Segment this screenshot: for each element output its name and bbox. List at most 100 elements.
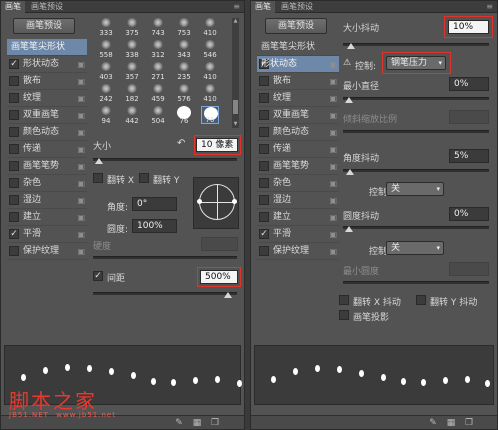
flip-x-checkbox[interactable] xyxy=(93,173,103,183)
size-jitter-slider[interactable] xyxy=(343,43,489,46)
settings-item[interactable]: ✓ 形状动态 ▣ xyxy=(257,56,339,73)
brush-tip-cell[interactable]: 442 xyxy=(123,106,141,125)
settings-item[interactable]: 散布 ▣ xyxy=(7,73,87,90)
brush-tip-cell[interactable]: 410 xyxy=(201,62,219,81)
settings-item[interactable]: 保护纹理 ▣ xyxy=(7,243,87,260)
settings-item[interactable]: 湿边 ▣ xyxy=(257,192,339,209)
settings-item-checkbox[interactable] xyxy=(259,212,269,222)
settings-item-checkbox[interactable]: ✓ xyxy=(9,59,19,69)
spacing-slider-knob[interactable] xyxy=(224,292,232,298)
lock-icon[interactable]: ▣ xyxy=(77,213,85,222)
brush-tip-cell[interactable]: 410 xyxy=(201,84,219,103)
brush-tip-cell[interactable]: 576 xyxy=(175,84,193,103)
brush-tip-cell[interactable]: 343 xyxy=(175,40,193,59)
roundness-jitter-field[interactable]: 0% xyxy=(449,207,489,221)
brush-tip-cell[interactable]: 546 xyxy=(201,40,219,59)
lock-icon[interactable]: ▣ xyxy=(329,196,337,205)
flip-y-jitter-checkbox[interactable] xyxy=(416,295,426,305)
settings-item-checkbox[interactable] xyxy=(259,127,269,137)
scroll-down-icon[interactable]: ▼ xyxy=(232,121,239,128)
settings-item[interactable]: 双重画笔 ▣ xyxy=(7,107,87,124)
settings-item-checkbox[interactable] xyxy=(259,161,269,171)
settings-item-checkbox[interactable]: ✓ xyxy=(259,229,269,239)
angle-roundness-widget[interactable] xyxy=(193,177,239,229)
min-diameter-field[interactable]: 0% xyxy=(449,77,489,91)
lock-icon[interactable]: ▣ xyxy=(77,128,85,137)
spacing-slider[interactable] xyxy=(93,292,237,295)
settings-item[interactable]: 杂色 ▣ xyxy=(7,175,87,192)
angle-field[interactable]: 0° xyxy=(132,197,177,211)
brush-tip-cell[interactable]: 375 xyxy=(123,18,141,37)
settings-item-checkbox[interactable] xyxy=(9,195,19,205)
brush-projection-checkbox[interactable] xyxy=(339,310,349,320)
brush-tip-cell[interactable]: 743 xyxy=(149,18,167,37)
settings-item[interactable]: 颜色动态 ▣ xyxy=(257,124,339,141)
brush-toggle-icon[interactable]: ✎ xyxy=(427,418,439,428)
settings-item[interactable]: 保护纹理 ▣ xyxy=(257,243,339,260)
roundness-jitter-slider-knob[interactable] xyxy=(345,226,353,232)
lock-icon[interactable]: ▣ xyxy=(329,111,337,120)
settings-item-checkbox[interactable] xyxy=(259,76,269,86)
settings-item[interactable]: ✓ 平滑 ▣ xyxy=(257,226,339,243)
settings-item-checkbox[interactable] xyxy=(9,110,19,120)
brush-tip-cell[interactable]: 76 xyxy=(201,106,219,124)
settings-item[interactable]: 颜色动态 ▣ xyxy=(7,124,87,141)
settings-item-checkbox[interactable] xyxy=(9,212,19,222)
angle-control-select[interactable]: 关 ▾ xyxy=(386,182,444,196)
settings-item[interactable]: 画笔笔尖形状 xyxy=(257,39,339,56)
settings-item-checkbox[interactable] xyxy=(9,76,19,86)
lock-icon[interactable]: ▣ xyxy=(329,247,337,256)
lock-icon[interactable]: ▣ xyxy=(77,145,85,154)
lock-icon[interactable]: ▣ xyxy=(77,111,85,120)
settings-item[interactable]: 建立 ▣ xyxy=(7,209,87,226)
brush-toggle-icon[interactable]: ✎ xyxy=(173,418,185,428)
settings-item[interactable]: 传递 ▣ xyxy=(257,141,339,158)
lock-icon[interactable]: ▣ xyxy=(77,77,85,86)
lock-icon[interactable]: ▣ xyxy=(329,179,337,188)
brush-tip-cell[interactable]: 753 xyxy=(175,18,193,37)
settings-item-checkbox[interactable] xyxy=(9,93,19,103)
size-jitter-slider-knob[interactable] xyxy=(347,43,355,49)
tab-brush[interactable]: 画笔 xyxy=(251,1,275,13)
brush-tip-cell[interactable]: 410 xyxy=(201,18,219,37)
settings-item-checkbox[interactable] xyxy=(9,246,19,256)
settings-item[interactable]: 建立 ▣ xyxy=(257,209,339,226)
settings-item[interactable]: 杂色 ▣ xyxy=(257,175,339,192)
roundness-field[interactable]: 100% xyxy=(132,219,177,233)
lock-icon[interactable]: ▣ xyxy=(77,162,85,171)
lock-icon[interactable]: ▣ xyxy=(329,213,337,222)
lock-icon[interactable]: ▣ xyxy=(77,247,85,256)
lock-icon[interactable]: ▣ xyxy=(329,230,337,239)
panel-menu-icon[interactable]: ≡ xyxy=(486,2,493,12)
settings-item[interactable]: ✓ 形状动态 ▣ xyxy=(7,56,87,73)
lock-icon[interactable]: ▣ xyxy=(77,179,85,188)
scroll-up-icon[interactable]: ▲ xyxy=(232,18,239,25)
settings-item[interactable]: 画笔笔势 ▣ xyxy=(7,158,87,175)
flip-x-jitter-checkbox[interactable] xyxy=(339,295,349,305)
angle-handle-right[interactable] xyxy=(232,199,237,204)
lock-icon[interactable]: ▣ xyxy=(329,128,337,137)
settings-item-checkbox[interactable] xyxy=(259,144,269,154)
settings-item-checkbox[interactable] xyxy=(9,161,19,171)
brush-presets-button[interactable]: 画笔预设 xyxy=(265,18,327,34)
tab-brush-presets[interactable]: 画笔预设 xyxy=(27,1,67,13)
settings-item[interactable]: 传递 ▣ xyxy=(7,141,87,158)
brush-tip-cell[interactable]: 76 xyxy=(175,106,193,125)
size-slider[interactable] xyxy=(93,158,237,161)
roundness-jitter-slider[interactable] xyxy=(343,226,489,229)
lock-icon[interactable]: ▣ xyxy=(77,94,85,103)
brush-tip-cell[interactable]: 182 xyxy=(123,84,141,103)
min-diameter-slider-knob[interactable] xyxy=(345,97,353,103)
settings-item-checkbox[interactable]: ✓ xyxy=(9,229,19,239)
tab-brush[interactable]: 画笔 xyxy=(1,1,25,13)
brush-tip-cell[interactable]: 271 xyxy=(149,62,167,81)
brush-grid-scrollbar[interactable]: ▲ ▼ xyxy=(232,18,239,128)
settings-item-checkbox[interactable] xyxy=(9,178,19,188)
panel-menu-icon[interactable]: ≡ xyxy=(233,2,240,12)
size-slider-knob[interactable] xyxy=(95,158,103,164)
lock-icon[interactable]: ▣ xyxy=(329,77,337,86)
brush-tip-cell[interactable]: 459 xyxy=(149,84,167,103)
lock-icon[interactable]: ▣ xyxy=(77,230,85,239)
settings-item[interactable]: 画笔笔势 ▣ xyxy=(257,158,339,175)
brush-tip-cell[interactable]: 94 xyxy=(97,106,115,125)
